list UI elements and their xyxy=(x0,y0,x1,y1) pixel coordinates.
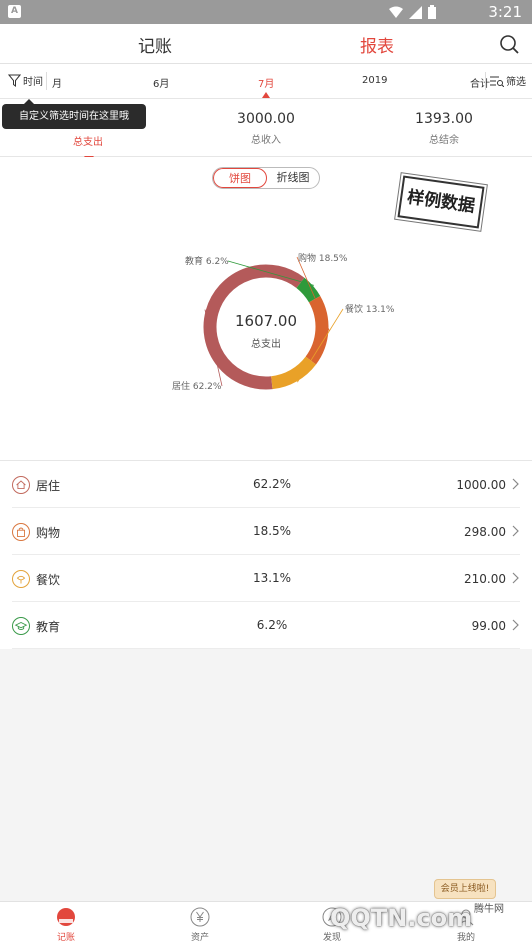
watermark-logo: QQTN.com xyxy=(330,904,473,932)
summary-income[interactable]: 3000.00 总收入 xyxy=(196,111,336,146)
chevron-right-icon xyxy=(512,478,519,490)
filter-label: 筛选 xyxy=(506,77,526,88)
watermark: QQTN.com 腾牛网 xyxy=(324,890,532,946)
status-bar: A 3:21 xyxy=(0,0,532,24)
wifi-icon xyxy=(389,6,403,18)
battery-icon xyxy=(428,5,436,19)
summary-label: 总收入 xyxy=(251,135,281,146)
category-percent: 18.5% xyxy=(252,524,292,538)
category-name: 居住 xyxy=(36,479,61,493)
ledger-icon xyxy=(57,908,75,926)
divider xyxy=(46,72,47,90)
list-item[interactable]: 居住 62.2% 1000.00 xyxy=(12,461,520,508)
time-filter-button[interactable]: 时间 xyxy=(8,73,43,88)
status-icons xyxy=(389,5,436,19)
slice-label-shopping: 购物 18.5% xyxy=(298,254,348,264)
donut-chart[interactable] xyxy=(0,157,532,460)
slice-label-dining: 餐饮 13.1% xyxy=(345,305,395,315)
category-amount: 210.00 xyxy=(464,572,506,586)
category-amount: 99.00 xyxy=(471,619,506,633)
chart-area: 饼图 折线图 样例数据 1607.00 总支出 居住 62.2% 购物 18.5… xyxy=(0,157,532,460)
category-amount: 298.00 xyxy=(464,525,506,539)
nav-ledger[interactable]: 记账 xyxy=(36,907,96,943)
category-list: 居住 62.2% 1000.00 购物 18.5% 298.00 餐饮 13.1… xyxy=(0,460,532,649)
summary-value: 1393.00 xyxy=(415,111,473,127)
nav-label: 记账 xyxy=(56,933,75,943)
chevron-right-icon xyxy=(512,525,519,537)
tab-report[interactable]: 报表 xyxy=(360,32,394,57)
chevron-right-icon xyxy=(512,619,519,631)
nav-label: 资产 xyxy=(190,933,209,943)
funnel-icon xyxy=(8,74,21,87)
category-percent: 6.2% xyxy=(256,618,288,632)
period-bar: 时间 月 6月 7月 2019 合计 筛选 xyxy=(0,64,532,99)
active-period-indicator xyxy=(262,92,270,98)
list-item[interactable]: 教育 6.2% 99.00 xyxy=(12,602,520,649)
yen-icon xyxy=(190,907,210,927)
period-item-active[interactable]: 7月 xyxy=(258,75,274,90)
category-name: 购物 xyxy=(36,526,61,540)
slice-dining[interactable] xyxy=(270,356,317,390)
summary-label: 总支出 xyxy=(73,137,103,148)
category-name: 教育 xyxy=(36,620,61,634)
nav-assets[interactable]: 资产 xyxy=(170,907,230,943)
search-icon[interactable] xyxy=(498,33,520,55)
top-header: 记账 报表 xyxy=(0,24,532,64)
app-notification-icon: A xyxy=(8,5,21,18)
slice-label-housing: 居住 62.2% xyxy=(172,382,222,392)
chevron-right-icon xyxy=(512,572,519,584)
time-filter-label: 时间 xyxy=(23,77,43,88)
summary-label: 总结余 xyxy=(429,135,459,146)
hint-tooltip: 自定义筛选时间在这里哦 xyxy=(2,99,146,129)
shopping-bag-icon xyxy=(12,523,30,541)
period-item[interactable]: 2019 xyxy=(362,75,387,86)
filter-list-icon xyxy=(490,76,504,87)
category-name: 餐饮 xyxy=(36,573,61,587)
dining-icon xyxy=(12,570,30,588)
education-icon xyxy=(12,617,30,635)
home-icon xyxy=(12,476,30,494)
list-item[interactable]: 餐饮 13.1% 210.00 xyxy=(12,555,520,602)
divider xyxy=(485,72,486,90)
period-item[interactable]: 合计 xyxy=(470,75,490,90)
summary-value: 3000.00 xyxy=(237,111,295,127)
summary-balance[interactable]: 1393.00 总结余 xyxy=(374,111,514,146)
period-item[interactable]: 6月 xyxy=(153,75,169,90)
signal-icon xyxy=(409,5,422,19)
category-percent: 13.1% xyxy=(252,571,292,585)
chart-center-value: 1607.00 xyxy=(234,312,298,330)
list-item[interactable]: 购物 18.5% 298.00 xyxy=(12,508,520,555)
category-amount: 1000.00 xyxy=(456,478,506,492)
watermark-site: 腾牛网 xyxy=(474,904,504,915)
status-time: 3:21 xyxy=(488,3,522,21)
filter-button[interactable]: 筛选 xyxy=(490,73,526,88)
category-percent: 62.2% xyxy=(252,477,292,491)
chart-center-label: 总支出 xyxy=(251,339,281,350)
slice-label-education: 教育 6.2% xyxy=(185,257,229,267)
period-item[interactable]: 月 xyxy=(52,75,62,90)
tab-ledger[interactable]: 记账 xyxy=(138,32,172,57)
